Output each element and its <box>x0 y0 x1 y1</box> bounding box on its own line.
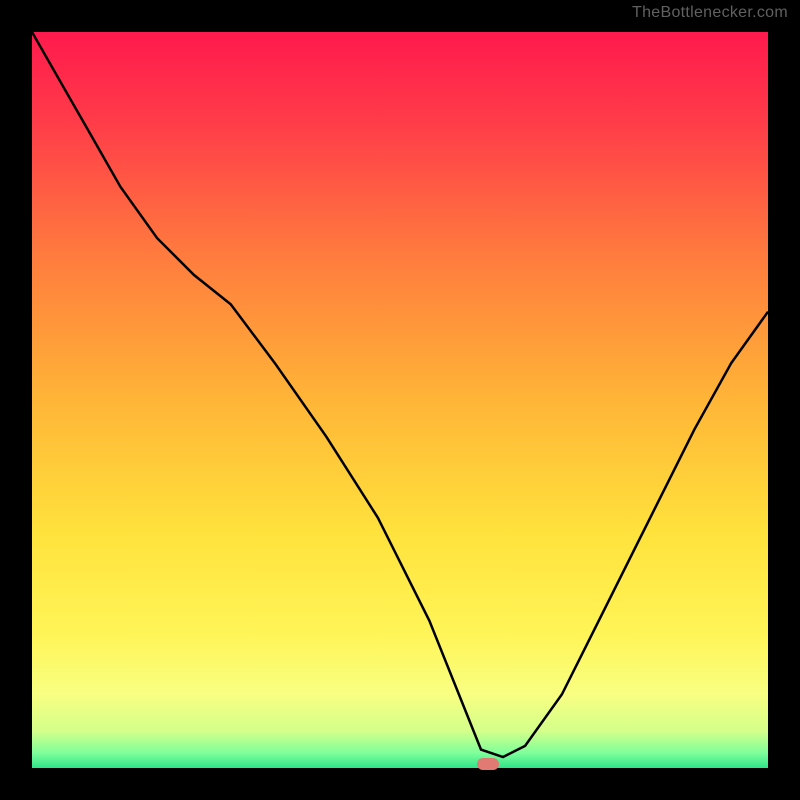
bottleneck-marker <box>477 758 499 770</box>
bottleneck-chart <box>0 0 800 800</box>
gradient-background <box>32 32 768 768</box>
